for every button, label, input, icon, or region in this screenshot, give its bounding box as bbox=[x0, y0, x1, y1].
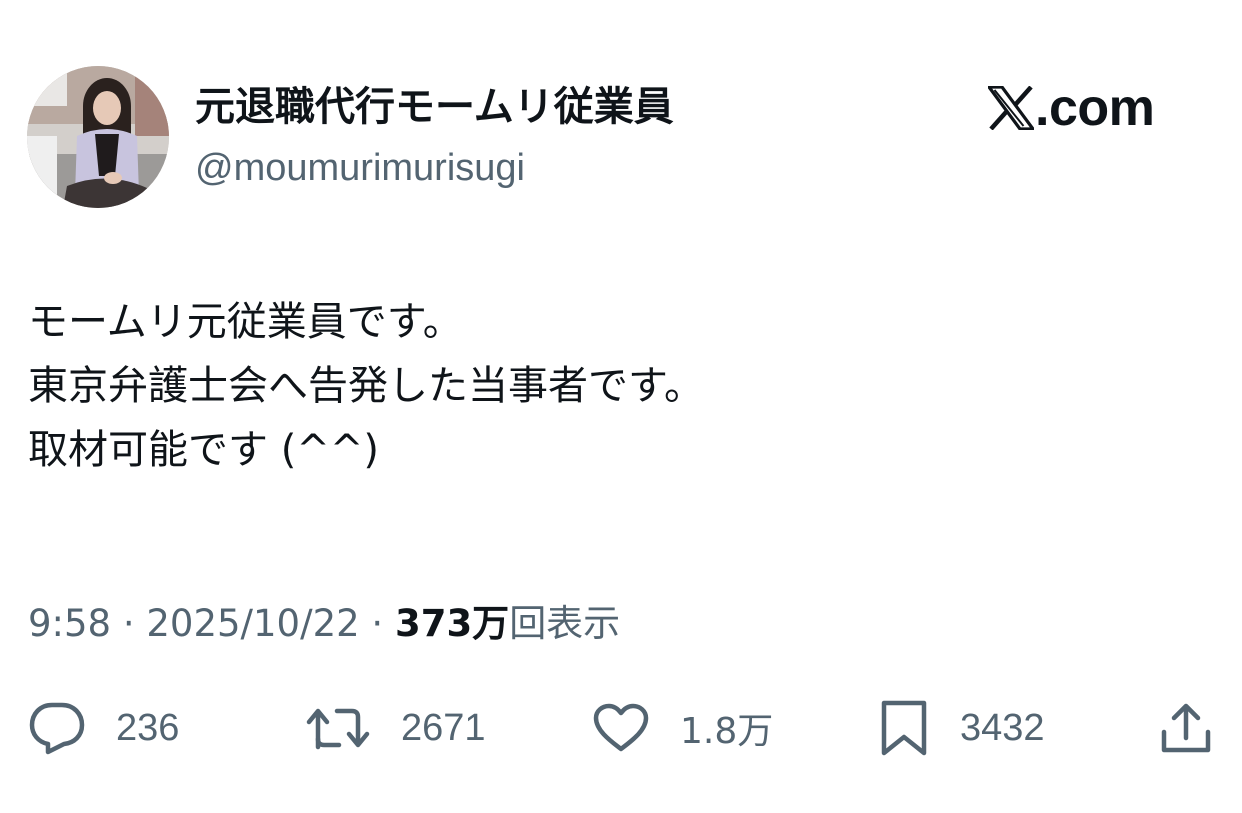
avatar[interactable] bbox=[27, 66, 169, 208]
tweet-line: 取材可能です (^^) bbox=[28, 427, 379, 473]
display-name[interactable]: 元退職代行モームリ従業員 bbox=[195, 80, 674, 134]
reply-button[interactable]: 236 bbox=[28, 692, 179, 764]
reply-count: 236 bbox=[116, 706, 180, 749]
tweet-date[interactable]: 2025/10/22 bbox=[146, 602, 359, 645]
repost-icon bbox=[306, 708, 370, 750]
repost-button[interactable]: 2671 bbox=[305, 692, 486, 764]
tweet-text: モームリ元従業員です。 東京弁護士会へ告発した当事者です。 取材可能です (^^… bbox=[28, 290, 704, 482]
meta-separator: · bbox=[359, 602, 395, 645]
avatar-photo bbox=[27, 66, 169, 208]
views-count[interactable]: 373万 bbox=[395, 602, 509, 645]
brand-domain: .com bbox=[1035, 79, 1155, 137]
heart-icon bbox=[593, 703, 649, 752]
bookmark-count: 3432 bbox=[960, 706, 1045, 749]
tweet-time[interactable]: 9:58 bbox=[28, 602, 111, 645]
bookmark-icon bbox=[881, 700, 927, 756]
action-bar: 236 2671 1.8万 3432 bbox=[0, 692, 1242, 764]
repost-count: 2671 bbox=[401, 706, 486, 749]
like-count: 1.8万 bbox=[680, 711, 774, 752]
views-label: 回表示 bbox=[509, 602, 621, 645]
like-button[interactable]: 1.8万 bbox=[592, 692, 773, 764]
tweet-line: モームリ元従業員です。 bbox=[28, 299, 463, 345]
meta-separator: · bbox=[111, 602, 147, 645]
reply-icon bbox=[29, 702, 85, 755]
x-brand-logo: .com bbox=[988, 79, 1155, 137]
tweet-meta: 9:58 · 2025/10/22 · 373万回表示 bbox=[28, 598, 620, 650]
x-logo-icon bbox=[988, 86, 1034, 130]
user-handle[interactable]: @moumurimurisugi bbox=[195, 142, 525, 194]
share-icon bbox=[1161, 703, 1211, 753]
share-button[interactable] bbox=[1158, 692, 1214, 764]
tweet-line: 東京弁護士会へ告発した当事者です。 bbox=[28, 363, 704, 409]
bookmark-button[interactable]: 3432 bbox=[878, 692, 1045, 764]
